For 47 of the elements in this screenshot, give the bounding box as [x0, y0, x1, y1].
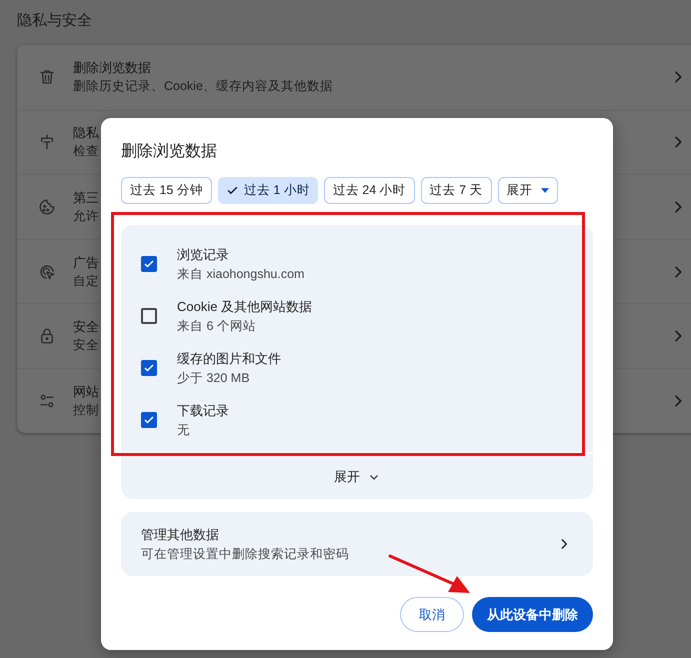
cursor-target-icon — [38, 262, 56, 281]
data-type-title: 缓存的图片和文件 — [177, 350, 281, 368]
manage-title: 管理其他数据 — [141, 526, 220, 544]
data-type-detail: 来自 xiaohongshu.com — [177, 266, 304, 283]
dialog-title: 删除浏览数据 — [121, 142, 218, 162]
manage-subtitle: 可在管理设置中删除搜索记录和密码 — [141, 546, 350, 562]
delete-button[interactable]: 从此设备中删除 — [472, 597, 593, 632]
row-subtitle: 安全 — [73, 337, 99, 354]
caret-icon — [540, 188, 549, 193]
row-title: 隐私 — [73, 124, 99, 142]
checkmark-icon — [143, 362, 155, 374]
row-title: 广告 — [73, 254, 99, 272]
row-title: 删除浏览数据 — [73, 59, 151, 78]
row-title: 第三 — [73, 188, 99, 207]
row-subtitle: 删除历史记录、Cookie、缓存内容及其他数据 — [73, 78, 333, 96]
row-title: 安全 — [73, 318, 99, 336]
row-subtitle: 自定 — [73, 272, 99, 290]
row-title: 网站 — [73, 382, 99, 401]
data-type-detail: 来自 6 个网站 — [177, 318, 257, 334]
checkmark-icon — [143, 258, 155, 270]
checkbox[interactable] — [141, 412, 157, 428]
row-subtitle: 允许 — [73, 208, 99, 225]
time-range-chip[interactable]: 过去 15 分钟 — [121, 177, 212, 204]
row-subtitle: 控制 — [73, 402, 99, 419]
lock-icon — [38, 327, 56, 346]
expand-button[interactable]: 展开 — [121, 454, 593, 499]
data-type-title: 下载记录 — [177, 402, 229, 420]
data-type-title: 浏览记录 — [177, 246, 230, 264]
trash-icon — [38, 68, 56, 86]
checkbox[interactable] — [141, 360, 157, 376]
manage-data-row[interactable]: 管理其他数据 可在管理设置中删除搜索记录和密码 — [121, 512, 593, 576]
checkbox[interactable] — [141, 256, 157, 272]
time-range-chip[interactable]: 过去 1 小时 — [218, 177, 318, 204]
checkmark-icon — [226, 184, 239, 197]
more-dropdown[interactable]: 展开 — [498, 177, 558, 204]
time-range-chip[interactable]: 过去 24 小时 — [324, 177, 415, 204]
section-heading: 隐私与安全 — [17, 11, 93, 31]
data-type-detail: 少于 320 MB — [177, 370, 251, 386]
time-range-chip[interactable]: 过去 7 天 — [420, 177, 492, 204]
cancel-button[interactable]: 取消 — [400, 597, 464, 632]
checkbox[interactable] — [141, 308, 157, 324]
data-type-detail: 无 — [177, 422, 191, 438]
cookie-icon — [38, 198, 56, 216]
row-subtitle: 检查 — [73, 143, 99, 160]
sliders-icon — [38, 392, 56, 410]
checkmark-icon — [143, 414, 155, 426]
data-type-title: Cookie 及其他网站数据 — [177, 298, 312, 316]
